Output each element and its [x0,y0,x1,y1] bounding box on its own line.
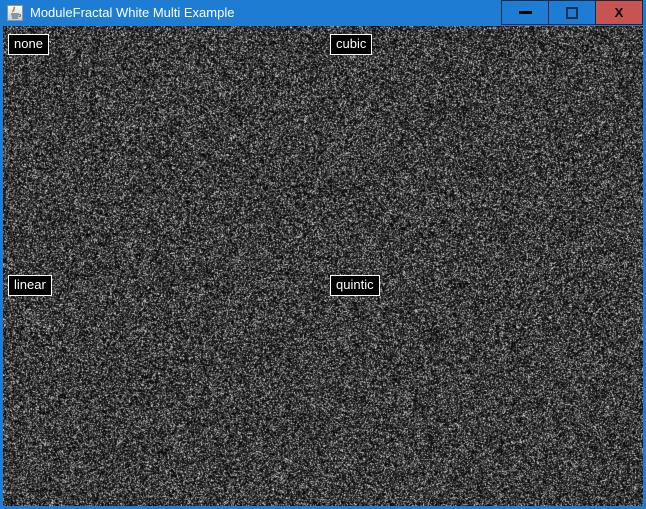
minimize-icon [519,11,532,14]
window-title: ModuleFractal White Multi Example [30,0,234,26]
maximize-button[interactable] [548,0,596,25]
noise-canvas [3,26,643,506]
app-window: ModuleFractal White Multi Example X none… [0,0,646,509]
minimize-button[interactable] [501,0,549,25]
quadrant-label-quintic: quintic [330,275,380,296]
noise-viewport: none cubic linear quintic [3,26,643,506]
quadrant-label-cubic: cubic [330,34,372,55]
maximize-icon [566,7,578,19]
quadrant-label-linear: linear [8,275,52,296]
close-button[interactable]: X [595,0,643,25]
window-controls: X [502,0,643,25]
java-coffee-cup-icon [7,5,23,21]
quadrant-label-none: none [8,34,49,55]
titlebar[interactable]: ModuleFractal White Multi Example X [0,0,646,26]
close-icon: X [615,6,624,19]
